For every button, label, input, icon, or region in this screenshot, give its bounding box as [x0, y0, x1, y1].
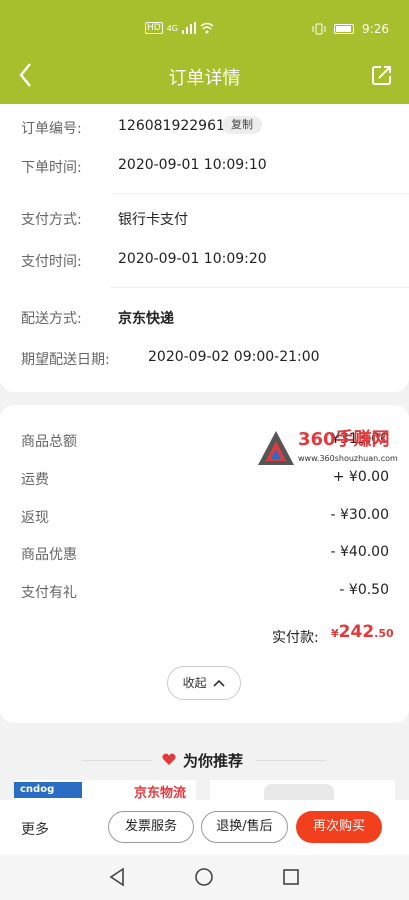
created-time: 2020-09-01 10:09:10 — [118, 157, 267, 173]
price-value-payment-gift: - ¥0.50 — [339, 582, 389, 598]
delivery-method: 京东快递 — [118, 311, 174, 327]
order-number-label: 订单编号: — [21, 121, 82, 137]
product-image — [264, 784, 334, 800]
recommend-item[interactable] — [210, 780, 395, 800]
copy-button[interactable]: 复制 — [222, 116, 262, 134]
total-decimal: .50 — [374, 627, 394, 640]
price-label-shipping: 运费 — [21, 472, 49, 488]
order-number: 126081922961 — [118, 118, 225, 134]
created-time-label: 下单时间: — [21, 160, 82, 176]
status-right: 9:26 — [312, 22, 389, 36]
invoice-button[interactable]: 发票服务 — [108, 811, 194, 843]
payment-time-label: 支付时间: — [21, 254, 82, 270]
hd-badge: HD — [145, 22, 163, 34]
price-value-cashback: - ¥30.00 — [330, 507, 390, 523]
payment-method: 银行卡支付 — [118, 212, 188, 228]
status-time: 9:26 — [362, 22, 389, 36]
delivery-method-label: 配送方式: — [21, 311, 82, 327]
share-icon[interactable] — [371, 64, 393, 86]
more-button[interactable]: 更多 — [21, 819, 49, 839]
status-bar: HD 4G 9:26 — [0, 18, 409, 42]
collapse-button[interactable]: 收起 — [167, 666, 241, 700]
recommend-section: 为你推荐 cndog 京东物流 — [0, 740, 409, 800]
price-value-discount: - ¥40.00 — [330, 544, 390, 560]
expected-date-label: 期望配送日期: — [21, 352, 110, 368]
price-label-payment-gift: 支付有礼 — [21, 585, 77, 601]
app-header: HD 4G 9:26 订单详情 — [0, 0, 409, 104]
nav-recent-icon[interactable] — [282, 868, 300, 886]
expected-date: 2020-09-02 09:00-21:00 — [148, 349, 320, 365]
nav-back-icon[interactable] — [108, 867, 126, 887]
divider — [256, 760, 326, 761]
heart-icon — [162, 753, 176, 765]
bottom-action-bar: 更多 发票服务 退换/售后 再次购买 — [0, 800, 409, 855]
status-left: HD 4G — [145, 22, 214, 34]
payment-time: 2020-09-01 10:09:20 — [118, 251, 267, 267]
return-service-button[interactable]: 退换/售后 — [201, 811, 288, 843]
page-title: 订单详情 — [168, 68, 241, 89]
rebuy-button[interactable]: 再次购买 — [296, 811, 382, 843]
battery-icon — [334, 24, 355, 34]
brand-badge: cndog — [14, 782, 82, 798]
signal-icon — [182, 22, 196, 34]
total-currency: ¥ — [331, 627, 339, 640]
title-bar: 订单详情 — [0, 58, 409, 94]
total-amount: ¥242.50 — [331, 622, 394, 642]
watermark-logo-icon — [258, 431, 294, 465]
vibrate-icon — [312, 23, 326, 35]
system-nav-bar — [0, 855, 409, 900]
divider — [111, 287, 409, 288]
recommend-title: 为你推荐 — [183, 752, 244, 770]
nav-home-icon[interactable] — [194, 867, 214, 887]
price-label-cashback: 返现 — [21, 510, 49, 526]
payment-method-label: 支付方式: — [21, 212, 82, 228]
watermark-title: 360手赚网 — [298, 429, 390, 450]
recommend-item[interactable]: cndog 京东物流 — [14, 780, 196, 800]
total-integer: 242 — [338, 622, 375, 642]
price-label-discount: 商品优惠 — [21, 547, 77, 563]
price-label-goods-total: 商品总额 — [21, 434, 77, 450]
chevron-up-icon — [213, 679, 225, 687]
wifi-icon — [200, 22, 214, 34]
watermark: 360手赚网 www.360shouzhuan.com — [256, 425, 406, 475]
watermark-url: www.360shouzhuan.com — [298, 454, 398, 463]
total-label: 实付款: — [272, 630, 319, 646]
divider — [82, 760, 152, 761]
divider — [111, 193, 409, 194]
collapse-label: 收起 — [182, 676, 207, 690]
network-badge: 4G — [166, 23, 178, 33]
logistics-badge: 京东物流 — [134, 786, 187, 800]
